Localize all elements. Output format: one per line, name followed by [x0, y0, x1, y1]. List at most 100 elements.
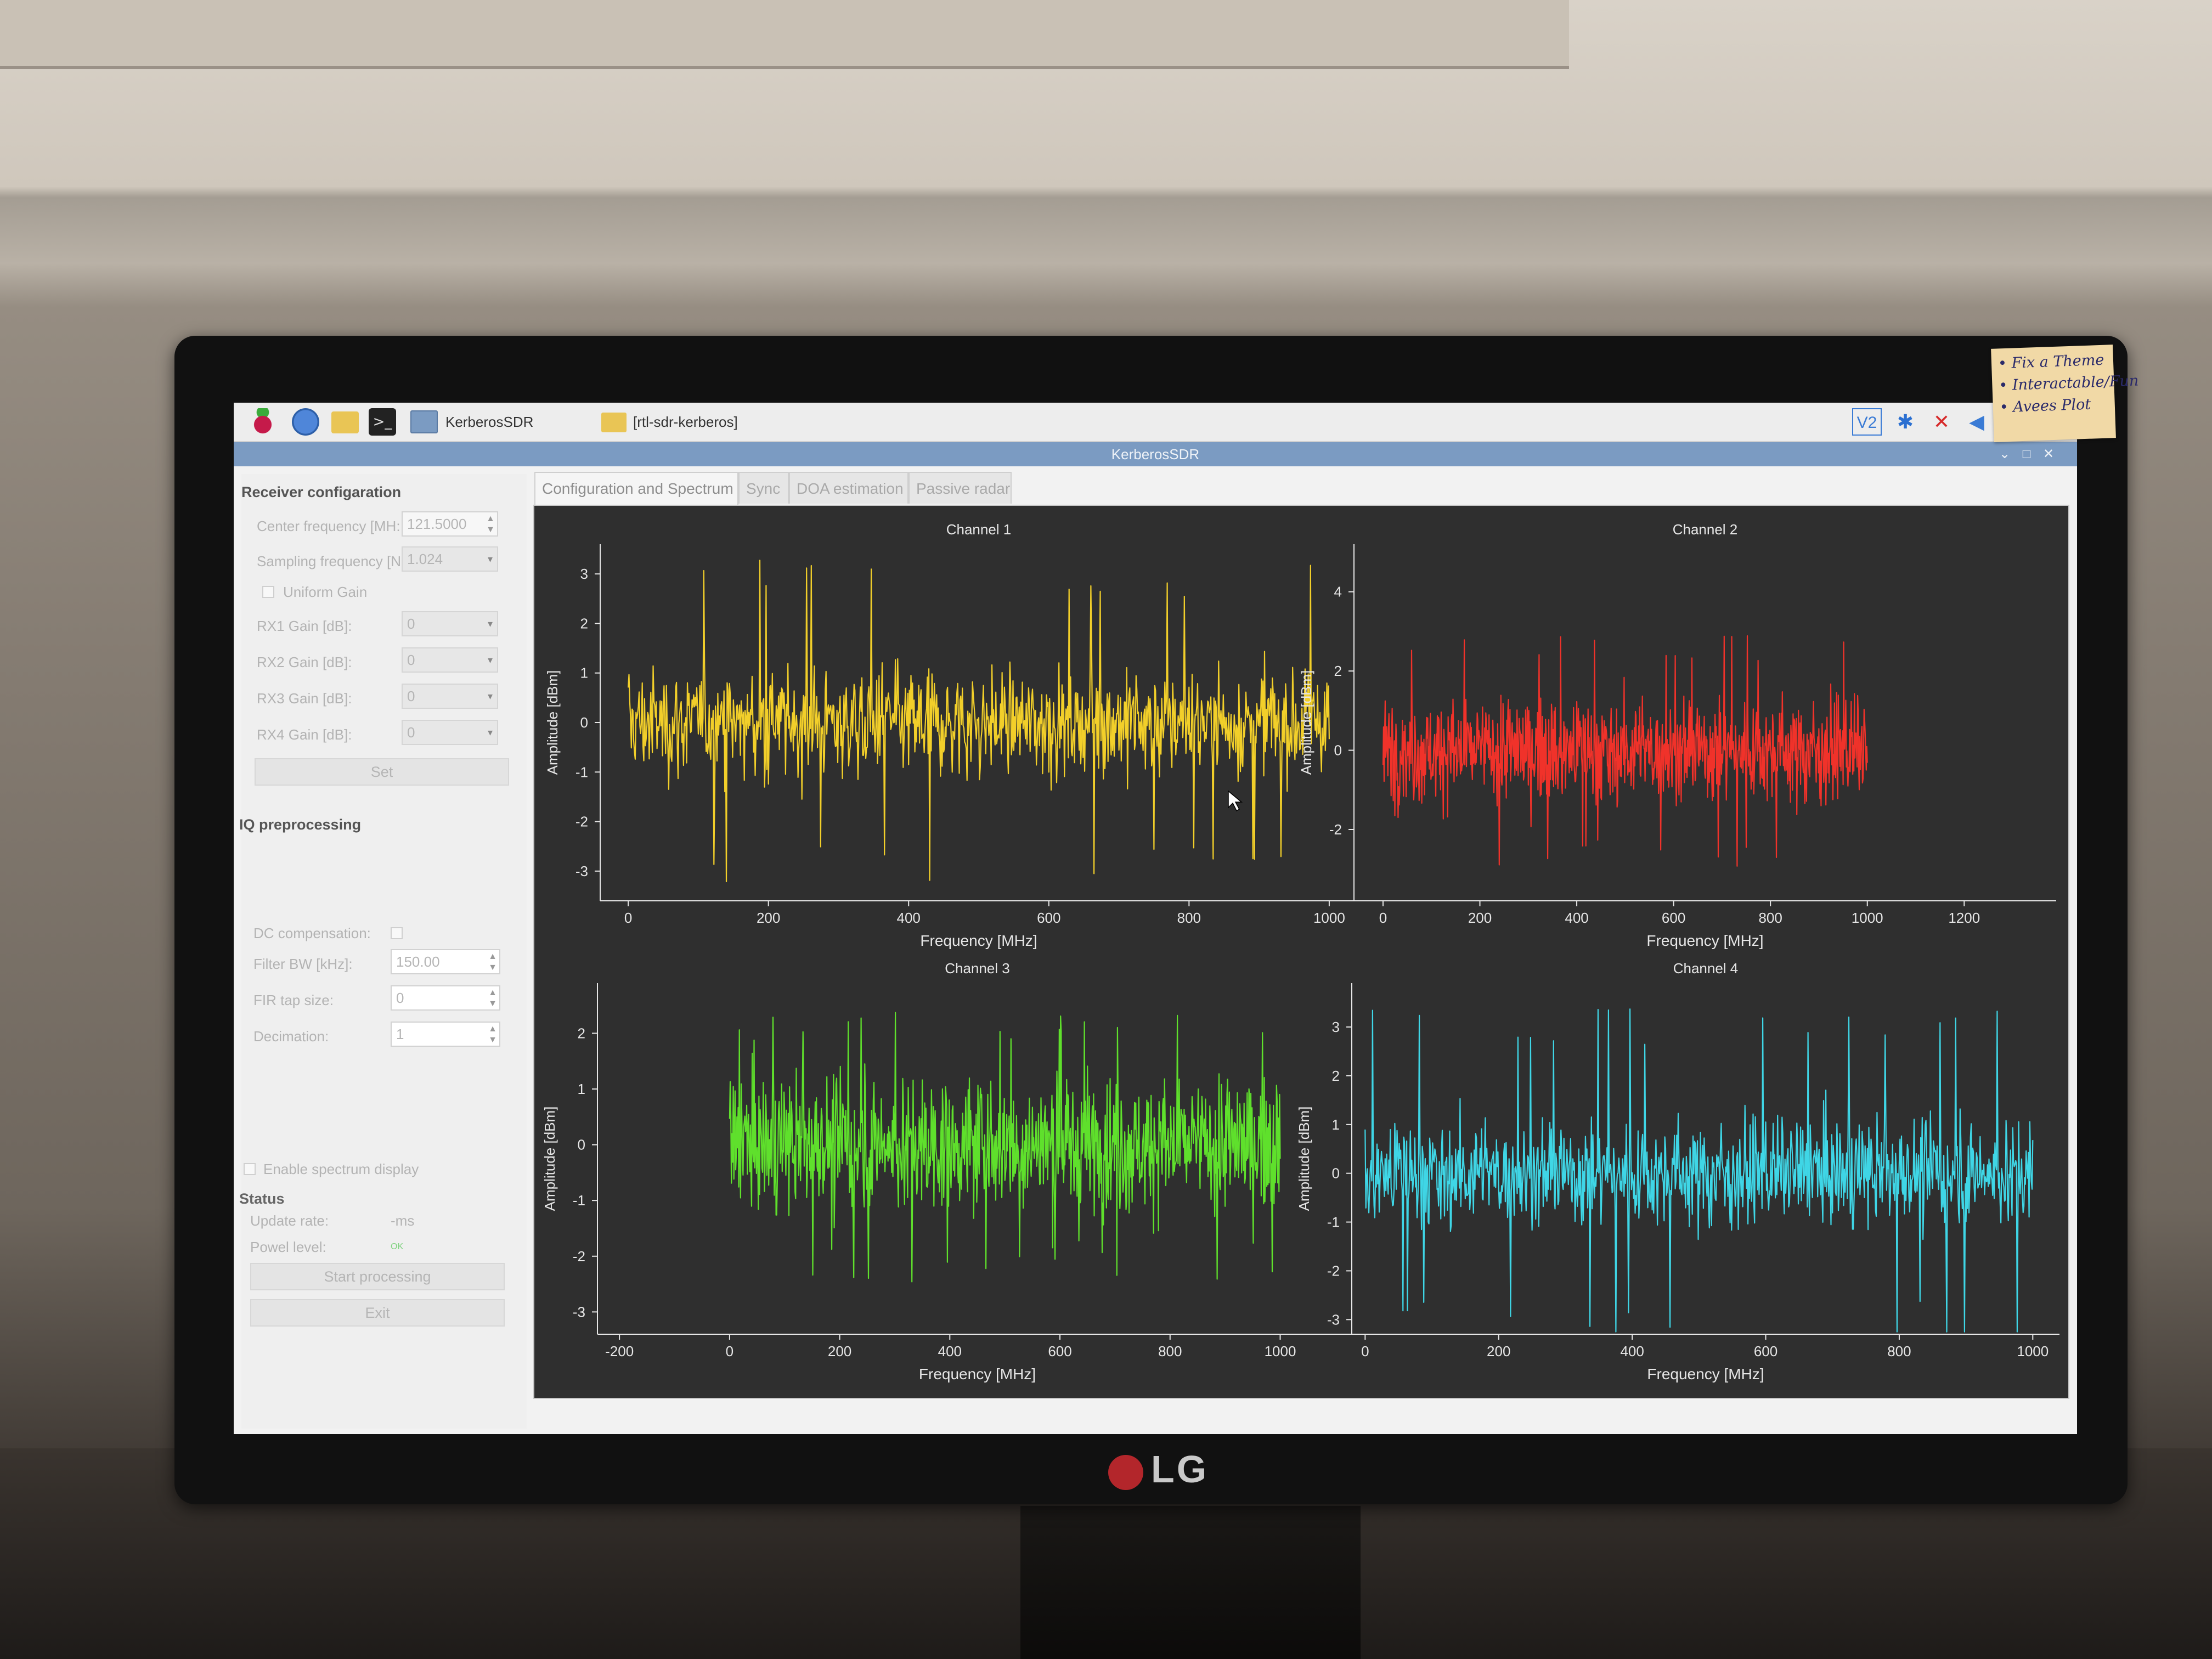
taskbar: >_ KerberosSDR [rtl-sdr-kerberos] V2 ✱ ✕…: [234, 403, 2077, 442]
y-tick-label: 2: [580, 615, 588, 631]
y-tick-label: -2: [1329, 821, 1342, 838]
tab-configuration-and-spectrum[interactable]: Configuration and Spectrum: [534, 472, 738, 505]
x-tick-label: 400: [1620, 1343, 1644, 1359]
x-tick-label: 1000: [1852, 910, 1883, 926]
chevron-down-icon: ▾: [487, 554, 493, 565]
y-tick-label: -3: [573, 1304, 585, 1320]
sticky-note: • Fix a Theme • Interactable/Fun • Avees…: [1991, 345, 2139, 442]
taskbar-task-rtl-sdr-kerberos[interactable]: [rtl-sdr-kerberos]: [601, 407, 809, 437]
y-tick-label: 1: [578, 1081, 585, 1097]
raspberry-menu-icon[interactable]: [249, 408, 276, 436]
sampling-frequency-label: Sampling frequency [N: [257, 553, 402, 569]
chevron-down-icon: ▾: [487, 727, 493, 738]
lg-logo-icon: [1108, 1454, 1143, 1490]
sampling-frequency-select[interactable]: 1.024 ▾: [402, 546, 498, 572]
window-title: KerberosSDR: [1111, 446, 1200, 462]
y-tick-label: 2: [578, 1025, 585, 1041]
tab-passive-radar[interactable]: Passive radar: [909, 472, 1012, 504]
receiver-config-title: Receiver configaration: [241, 484, 402, 500]
y-axis-label: Amplitude [dBm]: [544, 670, 561, 775]
set-button[interactable]: Set: [255, 758, 509, 786]
x-tick-label: 400: [897, 910, 921, 926]
y-tick-label: 0: [1334, 742, 1342, 759]
monitor-logo: LG: [1108, 1447, 1209, 1491]
maximize-icon[interactable]: □: [2017, 442, 2036, 466]
y-tick-label: 0: [578, 1137, 585, 1153]
y-tick-label: -2: [1327, 1262, 1340, 1279]
power-level-label: Powel level:: [250, 1239, 326, 1255]
enable-spectrum-checkbox[interactable]: [244, 1163, 256, 1175]
x-axis-label: Frequency [MHz]: [919, 1365, 1036, 1383]
y-tick-label: 2: [1332, 1068, 1340, 1084]
rx4-gain-select[interactable]: 0 ▾: [402, 720, 498, 745]
decimation-label: Decimation:: [253, 1028, 329, 1045]
x-tick-label: 0: [624, 910, 632, 926]
x-tick-label: 200: [757, 910, 780, 926]
x-tick-label: 200: [1487, 1343, 1510, 1359]
x-tick-label: 600: [1662, 910, 1685, 926]
spin-arrows-icon[interactable]: ▲ ▼: [488, 951, 497, 973]
channel-3-trace: [729, 1012, 1281, 1283]
x-tick-label: 800: [1758, 910, 1782, 926]
tab-sync[interactable]: Sync: [738, 472, 789, 504]
x-tick-label: 1000: [1313, 910, 1345, 926]
minimize-icon[interactable]: ⌄: [1995, 442, 2015, 466]
center-frequency-input[interactable]: 121.5000 ▲ ▼: [402, 511, 498, 537]
y-tick-label: 1: [1332, 1116, 1340, 1133]
network-disconnected-icon[interactable]: ✕: [1927, 408, 1956, 436]
spin-arrows-icon[interactable]: ▲ ▼: [488, 988, 497, 1009]
bluetooth-icon[interactable]: ✱: [1891, 408, 1920, 436]
y-tick-label: 2: [1334, 663, 1342, 679]
y-tick-label: -1: [1327, 1214, 1340, 1231]
tab-doa-estimation[interactable]: DOA estimation: [789, 472, 909, 504]
filter-bw-input[interactable]: 150.00 ▲ ▼: [391, 949, 500, 974]
dc-compensation-checkbox[interactable]: [391, 927, 403, 939]
taskbar-task-kerberossdr[interactable]: KerberosSDR: [410, 407, 610, 437]
iq-preprocessing-title: IQ preprocessing: [239, 816, 362, 833]
x-tick-label: 800: [1158, 1343, 1182, 1359]
uniform-gain-checkbox[interactable]: [262, 586, 274, 598]
fir-tap-size-input[interactable]: 0 ▲ ▼: [391, 985, 500, 1011]
volume-icon[interactable]: ◀: [1962, 408, 1991, 436]
x-tick-label: 600: [1037, 910, 1060, 926]
file-manager-folder-icon[interactable]: [331, 411, 359, 433]
y-tick-label: -3: [1327, 1311, 1340, 1328]
filter-bw-label: Filter BW [kHz]:: [253, 956, 353, 972]
browser-globe-icon[interactable]: [292, 408, 319, 436]
y-tick-label: 3: [1332, 1019, 1340, 1035]
chart-title: Channel 2: [1673, 521, 1738, 538]
x-tick-label: 1200: [1948, 910, 1980, 926]
exit-button[interactable]: Exit: [250, 1299, 505, 1327]
rx3-gain-select[interactable]: 0 ▾: [402, 684, 498, 709]
terminal-icon[interactable]: >_: [369, 408, 396, 436]
decimation-input[interactable]: 1 ▲ ▼: [391, 1022, 500, 1047]
uniform-gain-label: Uniform Gain: [283, 584, 368, 600]
x-tick-label: 1000: [2017, 1343, 2049, 1359]
y-tick-label: -1: [573, 1192, 585, 1209]
y-tick-label: 4: [1334, 584, 1342, 600]
vnc-icon[interactable]: V2: [1852, 408, 1882, 436]
sticky-note-line: • Fix a Theme: [1997, 351, 2104, 373]
close-icon[interactable]: ✕: [2039, 442, 2058, 466]
control-panel: Receiver configaration Center frequency …: [239, 474, 527, 1429]
y-tick-label: -2: [573, 1248, 585, 1265]
x-tick-label: 600: [1048, 1343, 1071, 1359]
dc-compensation-label: DC compensation:: [253, 925, 371, 941]
enable-spectrum-label: Enable spectrum display: [263, 1161, 419, 1177]
chart-title: Channel 3: [945, 960, 1010, 977]
spin-arrows-icon[interactable]: ▲ ▼: [486, 514, 495, 535]
center-frequency-label: Center frequency [MH:: [257, 518, 400, 534]
x-axis-label: Frequency [MHz]: [1647, 1365, 1764, 1383]
window-icon: [410, 410, 438, 433]
x-axis-label: Frequency [MHz]: [1646, 932, 1763, 949]
status-title: Status: [239, 1190, 285, 1207]
y-tick-label: 0: [1332, 1165, 1340, 1182]
start-processing-button[interactable]: Start processing: [250, 1263, 505, 1290]
rx1-gain-label: RX1 Gain [dB]:: [257, 618, 352, 634]
rx2-gain-select[interactable]: 0 ▾: [402, 647, 498, 673]
rx1-gain-select[interactable]: 0 ▾: [402, 611, 498, 636]
spin-arrows-icon[interactable]: ▲ ▼: [488, 1024, 497, 1046]
y-tick-label: -1: [575, 764, 588, 780]
screen: >_ KerberosSDR [rtl-sdr-kerberos] V2 ✱ ✕…: [234, 403, 2077, 1434]
x-tick-label: 800: [1887, 1343, 1911, 1359]
